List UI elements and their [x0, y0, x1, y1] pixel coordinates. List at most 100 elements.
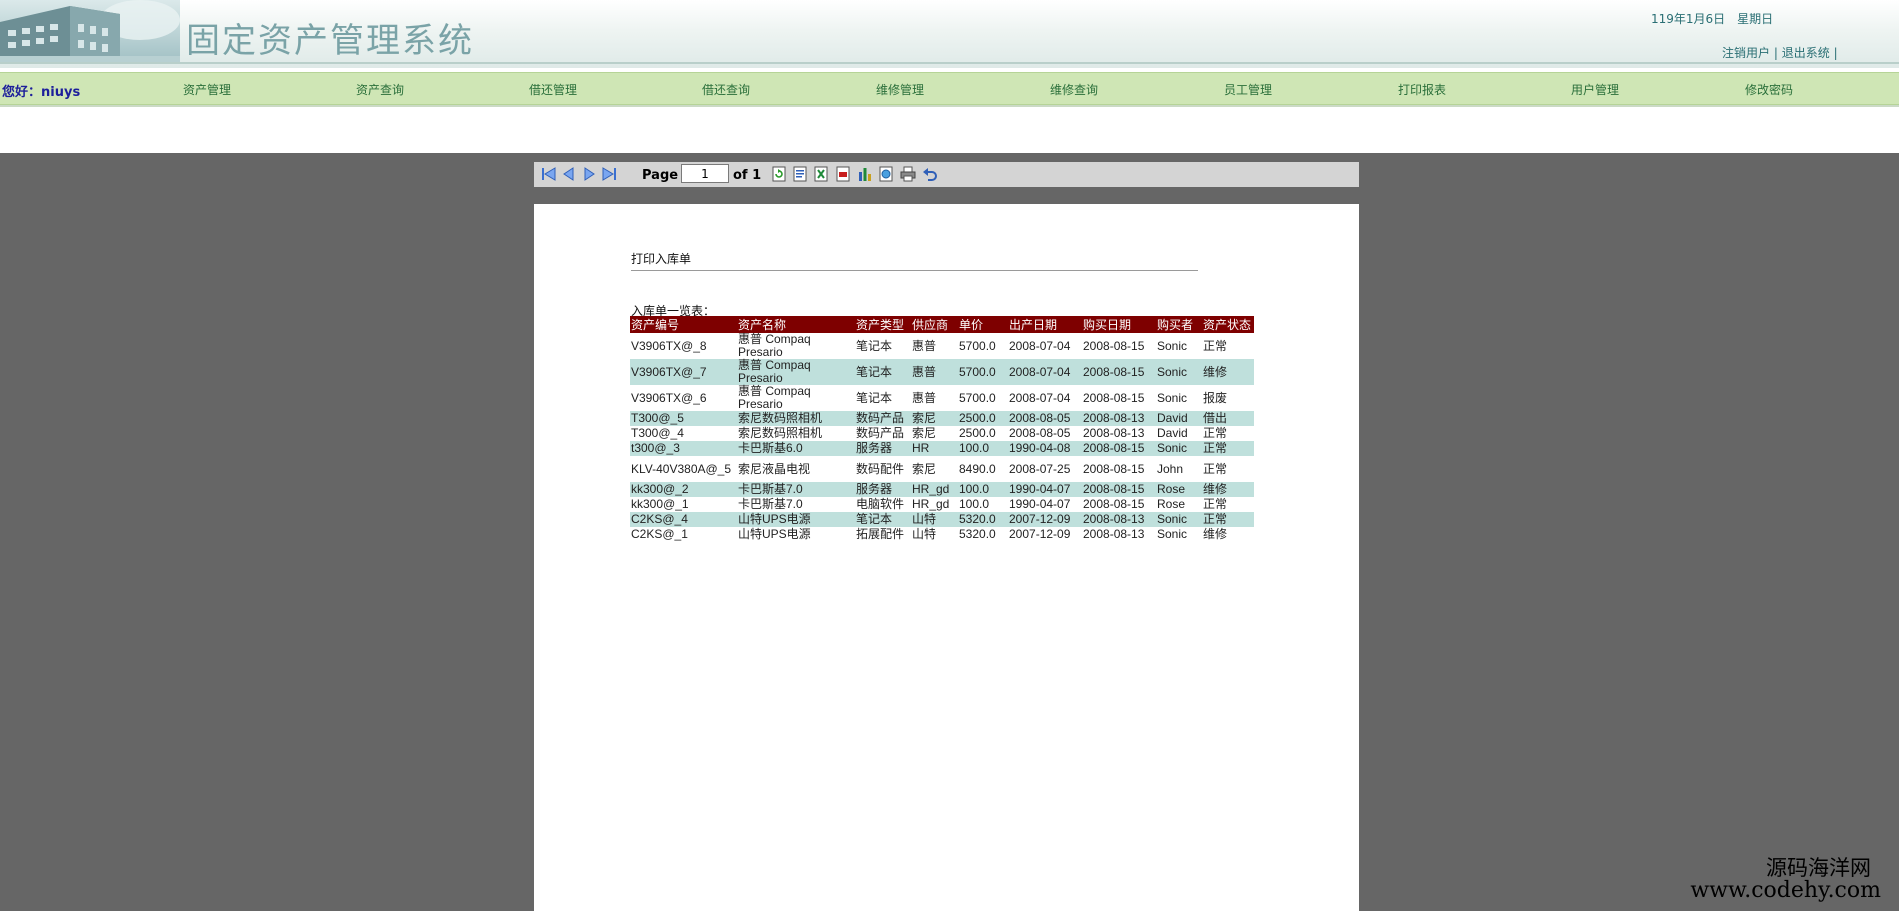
table-cell: 2008-08-05 [1009, 426, 1071, 440]
table-cell: KLV-40V380A@_5 [631, 461, 732, 476]
logout-user-link[interactable]: 注销用户 [1722, 46, 1770, 60]
table-cell: 惠普 [912, 338, 937, 353]
app-title: 固定资产管理系统 [186, 21, 474, 61]
watermark-name: 源码海洋网 [1766, 856, 1871, 880]
export-excel-icon[interactable] [813, 166, 829, 182]
table-cell: 电脑软件 [856, 497, 905, 511]
back-icon[interactable] [922, 166, 938, 182]
export-pdf-icon[interactable] [835, 166, 851, 182]
app-header: 固定资产管理系统 119年1月6日 星期日 注销用户 | 退出系统 | [0, 0, 1899, 68]
nav-change-password[interactable]: 修改密码 [1745, 81, 1793, 98]
page-number-input[interactable] [681, 164, 729, 183]
nav-print-report[interactable]: 打印报表 [1398, 81, 1446, 98]
table-cell: 正常 [1202, 512, 1254, 527]
nav-divider [0, 105, 1899, 107]
column-header: 出产日期 [1008, 316, 1082, 333]
nav-asset-management[interactable]: 资产管理 [183, 81, 231, 98]
user-greeting: 您好：niuys [2, 85, 81, 100]
table-cell: 2008-08-05 [1008, 411, 1082, 426]
table-cell: V3906TX@_7 [630, 359, 737, 385]
table-cell: 1990-04-07 [1008, 482, 1082, 497]
table-header-row: 资产编号 资产名称 资产类型 供应商 单价 出产日期 购买日期 购买者 资产状态 [630, 316, 1254, 333]
table-cell: Rose [1157, 497, 1186, 511]
table-cell: Sonic [1156, 441, 1202, 456]
page-count: of 1 [733, 168, 762, 183]
table-cell: 100.0 [959, 497, 990, 511]
table-cell: 5700.0 [959, 338, 996, 353]
table-cell: 笔记本 [856, 390, 893, 405]
table-cell: 8490.0 [959, 461, 996, 476]
table-cell: 山特 [912, 527, 937, 541]
export-html-icon[interactable] [878, 166, 894, 182]
column-header: 资产名称 [737, 316, 855, 333]
table-row: C2KS@_4 山特UPS电源 笔记本 山特 5320.0 2007-12-09 2008-… [630, 512, 1254, 527]
table-cell: C2KS@_1 [631, 527, 688, 541]
table-cell: 2008-08-13 [1082, 512, 1156, 527]
table-row: KLV-40V380A@_5 索尼液晶电视 数码配件 索尼 8490.0 2008-07-… [630, 456, 1254, 482]
table-cell: David [1156, 411, 1202, 426]
current-date: 119年1月6日 星期日 [1651, 12, 1774, 26]
table-cell: 服务器 [855, 441, 911, 456]
table-cell: David [1157, 426, 1188, 440]
table-row: V3906TX@_8 惠普 Compaq Presario 笔记本 惠普 5700.0 2… [630, 333, 1254, 359]
next-page-icon[interactable] [581, 166, 597, 182]
nav-user-management[interactable]: 用户管理 [1571, 81, 1619, 98]
column-header: 供应商 [911, 316, 958, 333]
print-icon[interactable] [900, 166, 916, 182]
first-page-icon[interactable] [541, 166, 557, 182]
table-cell: kk300@_2 [630, 482, 737, 497]
table-cell: 正常 [1203, 338, 1228, 353]
table-cell: 服务器 [855, 482, 911, 497]
table-cell: C2KS@_4 [630, 512, 737, 527]
table-cell: 维修 [1202, 359, 1254, 385]
exit-system-link[interactable]: 退出系统 [1782, 46, 1830, 60]
last-page-icon[interactable] [601, 166, 617, 182]
column-header: 资产状态 [1202, 316, 1254, 333]
table-cell: 索尼 [912, 461, 937, 476]
table-cell: 数码产品 [856, 426, 905, 440]
watermark-url: www.codehy.com [1690, 878, 1881, 903]
table-cell: Sonic [1156, 512, 1202, 527]
table-cell: Sonic [1156, 359, 1202, 385]
refresh-icon[interactable] [771, 166, 787, 182]
nav-repair-query[interactable]: 维修查询 [1050, 81, 1098, 98]
nav-borrow-return-management[interactable]: 借还管理 [529, 81, 577, 98]
nav-asset-query[interactable]: 资产查询 [356, 81, 404, 98]
table-cell: 2008-07-04 [1009, 338, 1071, 353]
report-page: 打印入库单 入库单一览表： 资产编号 资产名称 资产类型 供应商 单价 出产日期… [534, 204, 1359, 911]
nav-repair-management[interactable]: 维修管理 [876, 81, 924, 98]
table-cell: 卡巴斯基7.0 [737, 482, 855, 497]
table-row: kk300@_2 卡巴斯基7.0 服务器 HR_gd 100.0 1990-04-07 20… [630, 482, 1254, 497]
table-cell: T300@_5 [630, 411, 737, 426]
table-cell: 2007-12-09 [1009, 527, 1071, 541]
table-cell: 维修 [1203, 527, 1228, 541]
table-cell: 索尼 [912, 426, 937, 440]
table-cell: HR_gd [912, 497, 950, 511]
column-header: 资产编号 [630, 316, 737, 333]
table-cell: 笔记本 [855, 512, 911, 527]
table-row: t300@_3 卡巴斯基6.0 服务器 HR 100.0 1990-04-08 2008-0… [630, 441, 1254, 456]
table-cell: 5320.0 [958, 512, 1008, 527]
table-cell: 2008-08-15 [1083, 390, 1145, 405]
table-cell: 卡巴斯基7.0 [738, 497, 803, 511]
top-links: 注销用户 | 退出系统 | [1722, 44, 1838, 61]
export-word-icon[interactable] [792, 166, 808, 182]
link-separator: | [1833, 46, 1838, 60]
table-cell: V3906TX@_6 [631, 390, 707, 405]
table-cell: 2500.0 [959, 426, 996, 440]
previous-page-icon[interactable] [561, 166, 577, 182]
table-cell: 笔记本 [855, 359, 911, 385]
table-cell: 数码产品 [855, 411, 911, 426]
nav-staff-management[interactable]: 员工管理 [1224, 81, 1272, 98]
table-cell: 2008-08-15 [1083, 497, 1145, 511]
table-cell: 1990-04-08 [1008, 441, 1082, 456]
table-row: C2KS@_1 山特UPS电源 拓展配件 山特 5320.0 2007-12-09 2008… [630, 527, 1254, 542]
export-chart-icon[interactable] [857, 166, 873, 182]
table-cell: 山特UPS电源 [738, 527, 811, 541]
table-cell: 2008-07-25 [1009, 461, 1071, 476]
table-cell: 正常 [1203, 426, 1228, 440]
table-cell: 2008-08-15 [1082, 482, 1156, 497]
nav-borrow-return-query[interactable]: 借还查询 [702, 81, 750, 98]
table-cell: 数码配件 [856, 461, 905, 476]
table-row: kk300@_1 卡巴斯基7.0 电脑软件 HR_gd 100.0 1990-04-07 2… [630, 497, 1254, 512]
